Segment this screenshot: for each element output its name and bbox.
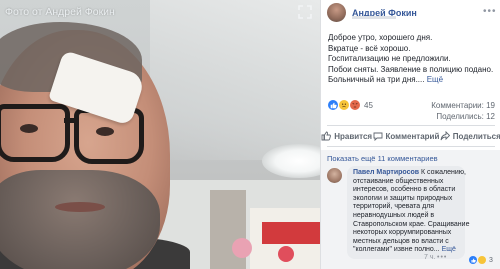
divider xyxy=(327,125,495,126)
reactions-count: 45 xyxy=(364,100,373,110)
post-photo[interactable]: Фото от Андрей Фокин xyxy=(0,0,320,269)
comments-count[interactable]: Комментарии: 19 xyxy=(431,100,495,111)
comment-line: отстаивание общественных xyxy=(353,177,444,185)
comment-line: интересов, особенно в области xyxy=(353,186,456,194)
post-line: Доброе утро, хорошего дня. xyxy=(328,33,433,42)
expand-icon[interactable] xyxy=(298,5,312,19)
comment-see-more-link[interactable]: Ещё xyxy=(442,246,456,253)
share-icon xyxy=(440,131,450,141)
ceiling xyxy=(150,0,320,160)
angry-reaction-icon xyxy=(350,100,360,110)
sad-reaction-icon xyxy=(478,256,486,264)
ceiling-lamp xyxy=(262,144,320,178)
post-line: Побои сняты. Заявление в полицию подано. xyxy=(328,64,494,74)
comment-line: местных дельцов во власти с xyxy=(353,237,449,245)
comment-line: Ставропольском крае. Сращивание xyxy=(353,220,470,228)
comment-line: некоторых коррумпированных xyxy=(353,229,452,237)
comment-first-line: Павел Мартиросов К сожалению, xyxy=(353,169,466,178)
glasses-left-lens xyxy=(0,104,70,162)
share-button[interactable]: Поделиться xyxy=(440,131,500,141)
comment-reactions[interactable]: 3 xyxy=(469,256,493,264)
comment-time[interactable]: 7 ч. xyxy=(424,254,435,261)
comment-icon xyxy=(373,132,382,141)
beard xyxy=(0,170,160,269)
comment-bubble: Павел Мартиросов К сожалению, отстаивани… xyxy=(347,166,470,259)
sad-reaction-icon xyxy=(339,100,349,110)
glasses-bridge xyxy=(64,118,76,123)
like-icon xyxy=(321,131,332,141)
like-reaction-icon xyxy=(328,100,338,110)
like-button[interactable]: Нравится xyxy=(321,131,372,141)
comment-reactions-count: 3 xyxy=(489,256,493,264)
comment-label: Комментарий xyxy=(385,131,440,141)
avatar[interactable] xyxy=(327,168,342,183)
avatar[interactable] xyxy=(327,3,346,22)
mouth xyxy=(55,202,105,212)
photo-viewer: Фото от Андрей Фокин Андрей Фокин ••• До… xyxy=(0,0,500,269)
post-author[interactable]: Андрей Фокин xyxy=(327,3,417,22)
show-more-comments-link[interactable]: Показать ещё 11 комментариев xyxy=(327,154,438,163)
shares-count[interactable]: Поделились: 12 xyxy=(431,111,495,122)
comment-line: К сожалению, xyxy=(421,169,466,176)
post-text: Доброе утро, хорошего дня. Вкратце - всё… xyxy=(328,33,496,86)
more-options-icon[interactable]: ••• xyxy=(437,254,447,261)
photo-credit: Фото от Андрей Фокин xyxy=(5,6,115,18)
poster-band xyxy=(262,222,320,244)
poster-decoration xyxy=(278,246,294,262)
comment-line: "коллегами" извне полно... xyxy=(353,246,440,254)
post-actions: Нравится Комментарий Поделиться xyxy=(321,131,500,141)
poster-decoration xyxy=(232,238,252,258)
post-sidebar: Андрей Фокин ••• Доброе утро, хорошего д… xyxy=(320,0,500,269)
comment-line: территорий, чревата для xyxy=(353,203,435,211)
divider xyxy=(327,146,495,147)
like-label: Нравится xyxy=(334,131,373,141)
post-line: Больничный на три дня.... xyxy=(328,75,425,84)
commenter-name[interactable]: Павел Мартиросов xyxy=(353,169,419,176)
comment-button[interactable]: Комментарий xyxy=(373,131,440,141)
share-label: Поделиться xyxy=(452,131,500,141)
more-options-icon[interactable]: ••• xyxy=(483,6,497,17)
post-meta-placeholder xyxy=(352,16,396,19)
post-line: Вкратце - всё хорошо. xyxy=(328,43,411,53)
reactions-summary[interactable]: 45 xyxy=(328,100,373,110)
comments-section: Показать ещё 11 комментариев Павел Марти… xyxy=(321,150,500,269)
post-stats: Комментарии: 19 Поделились: 12 xyxy=(431,100,495,122)
like-reaction-icon xyxy=(469,256,477,264)
comment-line: неравнодушных людей в xyxy=(353,211,435,219)
see-more-link[interactable]: Ещё xyxy=(427,75,443,84)
post-line-last: Больничный на три дня.... Ещё xyxy=(328,75,496,86)
post-line: Госпитализацию не предложили. xyxy=(328,54,451,63)
